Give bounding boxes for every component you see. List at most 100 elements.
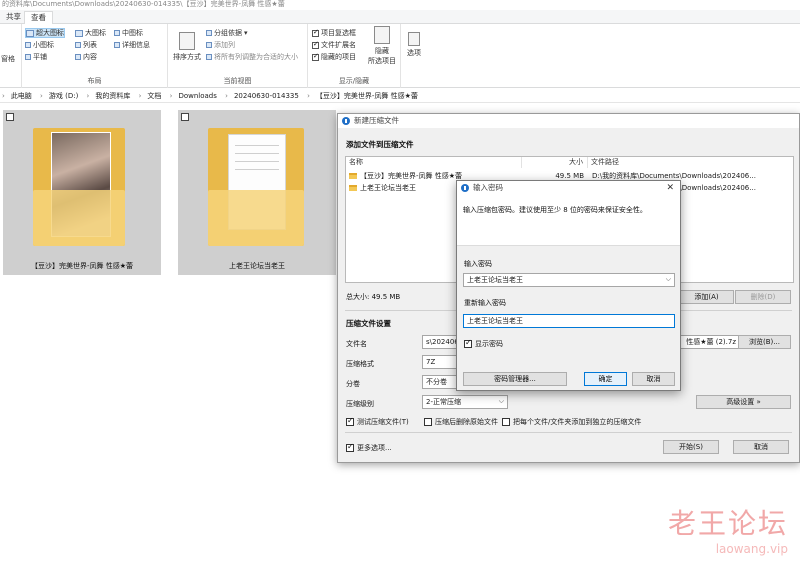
- folder-tile[interactable]: 上老王论坛当老王: [178, 110, 336, 275]
- watermark-title: 老王论坛: [667, 507, 788, 540]
- add-column-label: 添加列: [214, 41, 235, 49]
- column-header-name[interactable]: 名称: [346, 157, 522, 168]
- advanced-settings-button[interactable]: 高级设置 »: [696, 395, 791, 409]
- ok-button[interactable]: 确定: [584, 372, 627, 386]
- dialog-titlebar[interactable]: 新建压缩文件: [338, 114, 799, 128]
- enter-password-input[interactable]: 上老王论坛当老王: [463, 273, 675, 287]
- list-item-name: 上老王论坛当老王: [360, 184, 416, 192]
- test-archive-label: 测试压缩文件(T): [357, 418, 409, 426]
- watermark: 老王论坛 laowang.vip: [668, 502, 788, 556]
- split-select-value: 不分卷: [426, 378, 447, 386]
- extensions-toggle[interactable]: 文件扩展名: [312, 40, 356, 50]
- more-options-label: 更多选项...: [357, 444, 392, 452]
- chevron-right-icon: ›: [138, 92, 142, 100]
- password-instruction-panel: 输入压缩包密码。建议使用至少 8 位的密码来保证安全性。: [457, 195, 680, 245]
- layout-small[interactable]: 小图标: [25, 40, 54, 50]
- show-hide-group: 项目复选框 文件扩展名 隐藏的项目 隐藏 所选项目 显示/隐藏: [308, 24, 401, 88]
- password-dialog-titlebar[interactable]: 输入密码 ✕: [457, 181, 680, 195]
- app-icon: [342, 117, 350, 125]
- column-header-size[interactable]: 大小: [522, 157, 588, 168]
- file-name-label: 文件名: [346, 340, 367, 348]
- layout-content[interactable]: 内容: [75, 52, 97, 62]
- add-files-section-title: 添加文件到压缩文件: [346, 140, 414, 149]
- breadcrumb-drive[interactable]: 游戏 (D:): [49, 92, 78, 100]
- password-cancel-button[interactable]: 取消: [632, 372, 675, 386]
- breadcrumb-documents[interactable]: 文档: [147, 92, 161, 100]
- checkbox-checked-icon: [312, 28, 319, 37]
- tab-share[interactable]: 共享: [0, 11, 27, 24]
- sort-button[interactable]: 排序方式: [172, 32, 202, 62]
- delete-button[interactable]: 删除(D): [735, 290, 791, 304]
- breadcrumb-library[interactable]: 我的资料库: [95, 92, 130, 100]
- chevron-right-icon: ›: [40, 92, 43, 100]
- cancel-button[interactable]: 取消: [733, 440, 789, 454]
- options-button[interactable]: 选项: [403, 32, 425, 58]
- layout-tiles-label: 平铺: [33, 53, 47, 61]
- enter-password-value: 上老王论坛当老王: [467, 276, 523, 284]
- group-by-button[interactable]: 分组依据 ▾: [206, 28, 248, 38]
- format-select-value: 7Z: [426, 358, 436, 366]
- checkbox-checked-icon: [312, 40, 319, 49]
- add-button[interactable]: 添加(A): [679, 290, 734, 304]
- breadcrumb-current-folder[interactable]: 【豆沙】完美世界-凤舞 性感★蕾: [316, 92, 418, 100]
- reenter-password-input[interactable]: 上老王论坛当老王: [463, 314, 675, 328]
- content-icon: [75, 54, 81, 60]
- layout-details[interactable]: 详细信息: [114, 40, 150, 50]
- delete-after-label: 压缩后删除原始文件: [435, 418, 498, 426]
- chevron-right-icon: ›: [86, 92, 90, 100]
- password-dialog-title: 输入密码: [473, 183, 503, 192]
- fit-columns-icon: [206, 54, 212, 60]
- start-button[interactable]: 开始(S): [663, 440, 719, 454]
- window-path-title: 的资料库\Documents\Downloads\20240630-014335…: [0, 0, 800, 10]
- compression-level-label: 压缩级别: [346, 400, 374, 408]
- password-form: 输入密码 上老王论坛当老王 重新输入密码 上老王论坛当老王 显示密码 密码管理器…: [457, 245, 680, 390]
- hidden-items-toggle[interactable]: 隐藏的项目: [312, 52, 356, 62]
- archive-settings-section-title: 压缩文件设置: [346, 319, 391, 328]
- password-manager-button[interactable]: 密码管理器...: [463, 372, 567, 386]
- column-header-path[interactable]: 文件路径: [588, 157, 795, 168]
- medium-icons-icon: [114, 30, 120, 36]
- current-view-group: 排序方式 分组依据 ▾ 添加列 将所有列调整为合适的大小 当前视图: [168, 24, 308, 88]
- chevron-right-icon: ›: [169, 92, 173, 100]
- folder-tile[interactable]: 【豆沙】完美世界-凤舞 性感★蕾: [3, 110, 161, 275]
- fit-columns-button[interactable]: 将所有列调整为合适的大小: [206, 52, 298, 62]
- layout-tiles[interactable]: 平铺: [25, 52, 47, 62]
- item-checkbox[interactable]: [6, 113, 14, 121]
- watermark-url: laowang.vip: [715, 542, 788, 556]
- separate-archives-checkbox[interactable]: 把每个文件/文件夹添加到独立的压缩文件: [502, 417, 641, 427]
- show-password-checkbox[interactable]: 显示密码: [464, 338, 503, 349]
- file-name-value-end: 性感★蕾 (2).7z: [686, 338, 736, 346]
- breadcrumb-date-folder[interactable]: 20240630-014335: [234, 92, 299, 100]
- sort-icon: [179, 32, 195, 50]
- browse-button[interactable]: 浏览(B)...: [738, 335, 791, 349]
- format-label: 压缩格式: [346, 360, 374, 368]
- hide-selected-icon: [374, 26, 390, 44]
- checkbox-checked-icon: [464, 338, 472, 348]
- enter-password-dialog: 输入密码 ✕ 输入压缩包密码。建议使用至少 8 位的密码来保证安全性。 输入密码…: [456, 180, 681, 391]
- close-icon[interactable]: ✕: [666, 182, 674, 194]
- more-options-checkbox[interactable]: 更多选项...: [346, 442, 392, 453]
- layout-medium[interactable]: 中图标: [114, 28, 143, 38]
- add-column-button[interactable]: 添加列: [206, 40, 235, 50]
- breadcrumb-this-pc[interactable]: 此电脑: [11, 92, 32, 100]
- tiles-icon: [25, 54, 31, 60]
- layout-list[interactable]: 列表: [75, 40, 97, 50]
- layout-extra-large[interactable]: 超大图标: [25, 28, 65, 38]
- layout-medium-label: 中图标: [122, 29, 143, 37]
- delete-after-checkbox[interactable]: 压缩后删除原始文件: [424, 417, 498, 427]
- checkbox-unchecked-icon: [424, 418, 432, 426]
- test-archive-checkbox[interactable]: 测试压缩文件(T): [346, 416, 409, 427]
- group-by-icon: [206, 30, 212, 36]
- item-checkbox-toggle[interactable]: 项目复选框: [312, 28, 356, 38]
- tab-view[interactable]: 查看: [24, 11, 53, 24]
- extra-large-icons-icon: [26, 29, 34, 37]
- breadcrumb-downloads[interactable]: Downloads: [178, 92, 216, 100]
- layout-group: 超大图标 大图标 中图标 小图标 列表 详细信息 平铺 内容 布局: [22, 24, 168, 88]
- enter-password-label: 输入密码: [464, 260, 492, 268]
- pane-button[interactable]: 窗格: [1, 54, 15, 64]
- compression-level-select[interactable]: 2-正常压缩: [422, 395, 508, 409]
- item-checkbox[interactable]: [181, 113, 189, 121]
- hide-selected-button[interactable]: 隐藏 所选项目: [366, 26, 398, 66]
- address-bar[interactable]: › 此电脑 › 游戏 (D:) › 我的资料库 › 文档 › Downloads › 202…: [0, 89, 800, 103]
- layout-large[interactable]: 大图标: [75, 28, 106, 38]
